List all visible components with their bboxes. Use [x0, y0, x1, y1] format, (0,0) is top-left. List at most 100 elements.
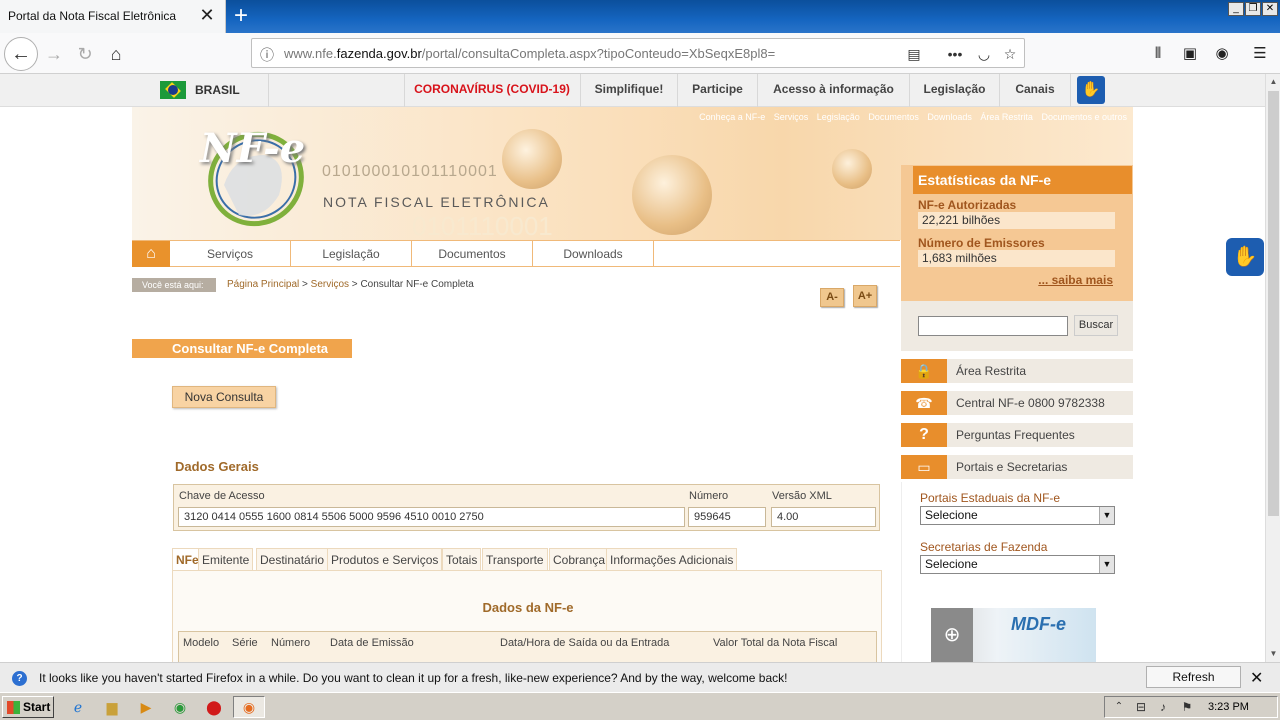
forward-arrow-icon[interactable]: →: [39, 39, 69, 69]
participe-link[interactable]: Participe: [677, 74, 757, 107]
numero-value[interactable]: 959645: [688, 507, 766, 527]
media-player-icon[interactable]: ▶: [136, 698, 156, 716]
valor-total-label: Valor Total da Nota Fiscal: [713, 637, 838, 649]
tab-totais[interactable]: Totais: [442, 548, 482, 570]
firefox-taskbar-button[interactable]: ◉: [233, 696, 265, 718]
refresh-firefox-button[interactable]: Refresh Firefox…: [1146, 666, 1241, 704]
search-button[interactable]: Buscar: [1074, 315, 1118, 336]
area-restrita-link[interactable]: 🔒 Área Restrita: [901, 359, 1133, 383]
volume-icon[interactable]: ♪: [1153, 698, 1173, 716]
page-actions-icon[interactable]: •••: [945, 44, 965, 64]
simplifique-link[interactable]: Simplifique!: [580, 74, 677, 107]
covid-link[interactable]: CORONAVÍRUS (COVID-19): [404, 74, 579, 107]
menu-icon[interactable]: ☰: [1250, 44, 1270, 64]
canais-link[interactable]: Canais: [999, 74, 1071, 107]
chrome-icon[interactable]: ◉: [170, 698, 190, 716]
tray-expand-icon[interactable]: ⌃: [1109, 698, 1129, 716]
flag-icon[interactable]: ⚑: [1177, 698, 1197, 716]
central-link[interactable]: ☎ Central NF-e 0800 9782338: [901, 391, 1133, 415]
nova-consulta-button[interactable]: Nova Consulta: [172, 386, 276, 408]
site-info-icon[interactable]: ⓘ: [260, 45, 274, 65]
search-input[interactable]: [918, 316, 1068, 336]
tab-destinatario[interactable]: Destinatário: [256, 548, 329, 570]
versao-value[interactable]: 4.00: [771, 507, 876, 527]
legislacao-gov-link[interactable]: Legislação: [909, 74, 999, 107]
versao-label: Versão XML: [772, 490, 832, 502]
tab-emitente[interactable]: Emitente: [198, 548, 254, 570]
numero-nfe-label: Número: [271, 637, 311, 649]
breadcrumb-servicos[interactable]: Serviços: [311, 279, 349, 290]
modelo-label: Modelo: [183, 637, 220, 649]
documentos-top-link[interactable]: Documentos: [868, 112, 919, 122]
library-icon[interactable]: ⫴: [1148, 44, 1168, 64]
bookmark-star-icon[interactable]: ☆: [1000, 44, 1020, 64]
vlibras-hands-icon[interactable]: ✋: [1226, 238, 1264, 276]
reload-icon[interactable]: ↻: [70, 39, 100, 69]
home-menu-icon[interactable]: ⌂: [132, 241, 170, 267]
servicos-top-link[interactable]: Serviços: [774, 112, 809, 122]
menu-legislacao[interactable]: Legislação: [291, 241, 412, 267]
country-label[interactable]: BRASIL: [195, 83, 240, 97]
restore-icon[interactable]: ❐: [1245, 2, 1261, 16]
tab-cobranca[interactable]: Cobrança: [549, 548, 610, 570]
new-tab-icon[interactable]: +: [228, 2, 254, 30]
chave-value[interactable]: 3120 0414 0555 1600 0814 5506 5000 9596 …: [178, 507, 685, 527]
ie-icon[interactable]: ℯ: [68, 698, 88, 716]
tab-produtos[interactable]: Produtos e Serviços: [327, 548, 443, 570]
main-menu: ⌂ Serviços Legislação Documentos Downloa…: [132, 240, 900, 267]
tab-informacoes-adicionais[interactable]: Informações Adicionais: [606, 548, 738, 570]
portais-link[interactable]: ▭ Portais e Secretarias: [901, 455, 1133, 479]
dropdown-arrow-icon: ▼: [1099, 556, 1114, 573]
tab-transporte[interactable]: Transporte: [482, 548, 548, 570]
phone-icon: ☎: [901, 391, 947, 415]
home-icon[interactable]: ⌂: [101, 39, 131, 69]
area-restrita-top-link[interactable]: Área Restrita: [980, 112, 1033, 122]
address-bar[interactable]: ⓘ www.nfe.fazenda.gov.br/portal/consulta…: [251, 38, 1025, 68]
central-label: Central NF-e 0800 9782338: [956, 396, 1105, 410]
mdfe-logo-text: MDF-e: [1011, 614, 1066, 634]
start-button[interactable]: Start: [2, 696, 54, 718]
firefox-icon: ◉: [242, 699, 256, 715]
window-close-icon[interactable]: ✕: [1262, 2, 1278, 16]
network-icon[interactable]: ⊟: [1131, 698, 1151, 716]
mdfe-banner[interactable]: ⊕ MDF-e: [931, 608, 1096, 662]
accessibility-hands-icon[interactable]: ✋: [1077, 76, 1105, 104]
secretarias-select[interactable]: Selecione ▼: [920, 555, 1115, 574]
notification-text: It looks like you haven't started Firefo…: [39, 671, 788, 685]
documentos-outros-top-link[interactable]: Documentos e outros: [1041, 112, 1127, 122]
breadcrumb-home[interactable]: Página Principal: [227, 279, 299, 290]
conheca-link[interactable]: Conheça a NF-e: [699, 112, 765, 122]
scroll-up-icon[interactable]: ▲: [1266, 74, 1280, 89]
scroll-thumb[interactable]: [1268, 91, 1279, 516]
breadcrumb-current: Consultar NF-e Completa: [360, 279, 474, 290]
minimize-icon[interactable]: _: [1228, 2, 1244, 16]
portais-panel: Portais Estaduais da NF-e Selecione ▼ Sec…: [901, 482, 1133, 662]
font-decrease-button[interactable]: A-: [820, 288, 844, 307]
account-icon[interactable]: ◉: [1212, 44, 1232, 64]
faq-link[interactable]: ? Perguntas Frequentes: [901, 423, 1133, 447]
menu-documentos[interactable]: Documentos: [412, 241, 533, 267]
vertical-scrollbar[interactable]: ▲ ▼: [1265, 74, 1280, 662]
saiba-mais-link[interactable]: ... saiba mais: [1038, 273, 1113, 287]
notification-close-icon[interactable]: ✕: [1250, 668, 1263, 688]
acesso-informacao-link[interactable]: Acesso à informação: [757, 74, 909, 107]
back-arrow-icon[interactable]: ←: [4, 37, 38, 71]
pocket-icon[interactable]: ◡: [974, 44, 994, 64]
reader-view-icon[interactable]: ▤: [904, 44, 924, 64]
browser-tab[interactable]: Portal da Nota Fiscal Eletrônica ✕: [0, 0, 226, 33]
font-increase-button[interactable]: A+: [853, 285, 877, 307]
tab-close-icon[interactable]: ✕: [197, 5, 217, 25]
folder-icon[interactable]: ▆: [102, 698, 122, 716]
sidebar-icon[interactable]: ▣: [1180, 44, 1200, 64]
menu-downloads[interactable]: Downloads: [533, 241, 654, 267]
scroll-down-icon[interactable]: ▼: [1266, 646, 1280, 661]
portais-select[interactable]: Selecione ▼: [920, 506, 1115, 525]
legislacao-top-link[interactable]: Legislação: [817, 112, 860, 122]
portais-label: Portais e Secretarias: [956, 460, 1068, 474]
downloads-top-link[interactable]: Downloads: [927, 112, 972, 122]
dados-gerais-box: Chave de Acesso Número Versão XML 3120 0…: [173, 484, 880, 531]
menu-servicos[interactable]: Serviços: [170, 241, 291, 267]
opera-icon[interactable]: ⬤: [204, 698, 224, 716]
url-text[interactable]: www.nfe.fazenda.gov.br/portal/consultaCo…: [284, 46, 775, 61]
nfe-logo-text: NF-e: [200, 125, 306, 172]
